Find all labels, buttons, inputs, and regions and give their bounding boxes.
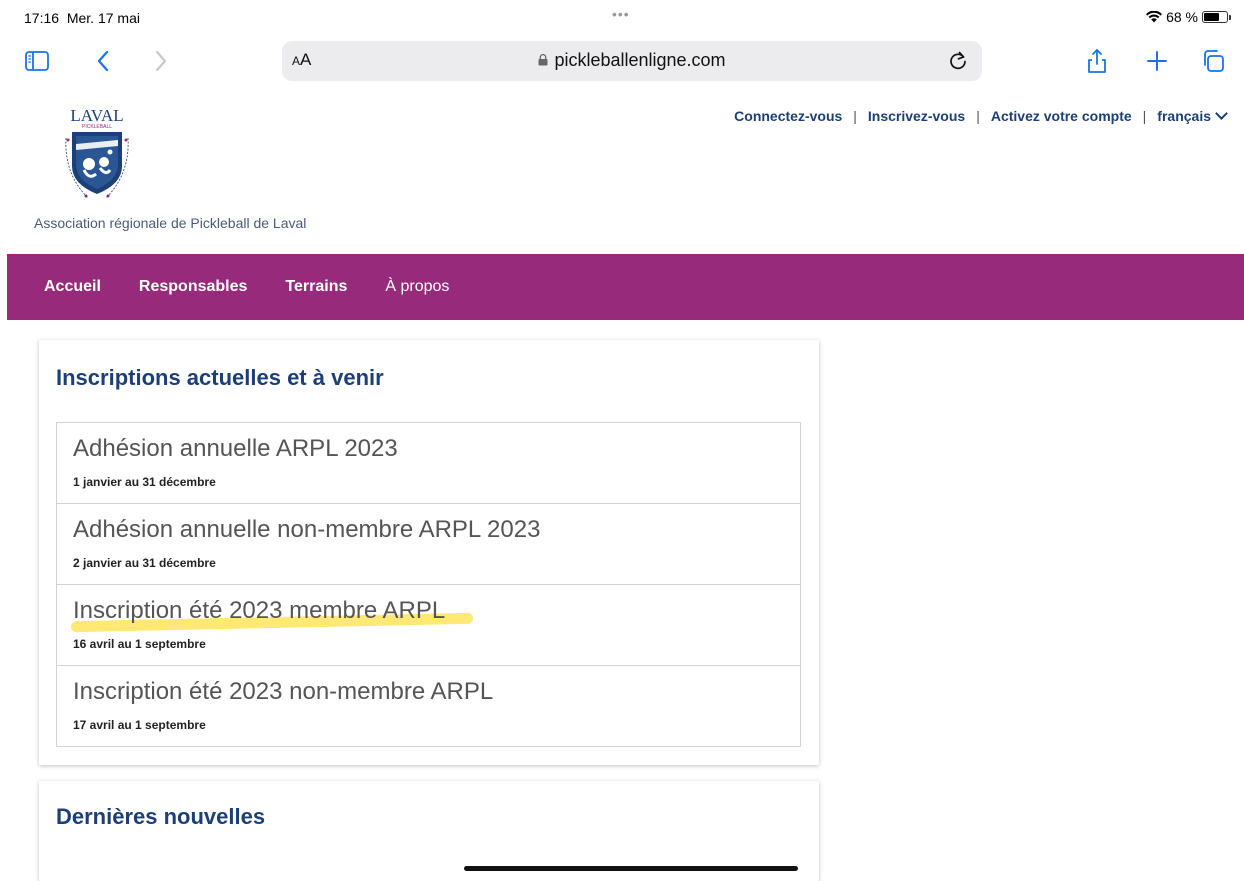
clock: 17:16: [24, 10, 60, 26]
activate-account-link[interactable]: Activez votre compte: [991, 108, 1132, 124]
login-link[interactable]: Connectez-vous: [734, 108, 842, 124]
nav-item-accueil[interactable]: Accueil: [44, 278, 101, 296]
list-item[interactable]: Adhésion annuelle ARPL 2023 1 janvier au…: [57, 423, 800, 504]
nav-item-a-propos[interactable]: À propos: [385, 278, 449, 296]
url-text: pickleballenligne.com: [554, 50, 726, 70]
status-bar: 17:16 Mer. 17 mai ••• 68 %: [0, 0, 1244, 34]
registrations-title: Inscriptions actuelles et à venir: [56, 365, 384, 390]
browser-toolbar: AA pickleballenligne.com: [0, 34, 1244, 90]
registration-title[interactable]: Inscription été 2023 non-membre ARPL: [73, 678, 493, 706]
register-link[interactable]: Inscrivez-vous: [868, 108, 965, 124]
status-time: 17:16 Mer. 17 mai: [24, 10, 140, 26]
nav-item-responsables[interactable]: Responsables: [139, 278, 247, 296]
sidebar-toggle-icon[interactable]: [22, 46, 52, 76]
logo-subtitle: PICKLEBALL: [82, 124, 112, 130]
logo-title: LAVAL: [70, 106, 123, 125]
language-label: français: [1157, 108, 1211, 124]
separator: |: [976, 108, 980, 124]
registration-dates: 1 janvier au 31 décembre: [73, 475, 216, 489]
list-item[interactable]: Inscription été 2023 membre ARPL 16 avri…: [57, 585, 800, 666]
wifi-icon: [1146, 11, 1163, 23]
association-logo[interactable]: LAVAL PICKLEBALL: [58, 104, 136, 204]
new-tab-icon[interactable]: [1142, 46, 1172, 76]
account-links: Connectez-vous | Inscrivez-vous | Active…: [734, 107, 1228, 124]
separator: |: [853, 108, 857, 124]
url-display[interactable]: pickleballenligne.com: [282, 50, 982, 71]
registration-title[interactable]: Adhésion annuelle ARPL 2023: [73, 435, 398, 463]
main-nav: Accueil Responsables Terrains À propos: [7, 254, 1244, 320]
nav-item-terrains[interactable]: Terrains: [285, 278, 347, 296]
chevron-down-icon: [1215, 107, 1228, 120]
multitask-dots[interactable]: •••: [612, 6, 630, 22]
registration-dates: 17 avril au 1 septembre: [73, 718, 206, 732]
registrations-list: Adhésion annuelle ARPL 2023 1 janvier au…: [56, 422, 801, 747]
share-icon[interactable]: [1082, 46, 1112, 76]
back-icon[interactable]: [88, 46, 118, 76]
registration-title[interactable]: Inscription été 2023 membre ARPL: [73, 597, 445, 625]
status-indicators: 68 %: [1146, 9, 1231, 25]
home-indicator[interactable]: [464, 866, 798, 871]
battery-icon: [1202, 11, 1231, 23]
address-bar[interactable]: AA pickleballenligne.com: [282, 41, 982, 81]
site-header: LAVAL PICKLEBALL Association régionale d…: [0, 90, 1244, 254]
registrations-card: Inscriptions actuelles et à venir Adhési…: [39, 340, 819, 765]
registration-dates: 2 janvier au 31 décembre: [73, 556, 216, 570]
list-item[interactable]: Inscription été 2023 non-membre ARPL 17 …: [57, 666, 800, 746]
news-title: Dernières nouvelles: [56, 804, 266, 829]
forward-icon[interactable]: [146, 46, 176, 76]
status-date: Mer. 17 mai: [66, 10, 140, 26]
registration-dates: 16 avril au 1 septembre: [73, 637, 206, 651]
lock-icon: [538, 54, 548, 66]
association-name: Association régionale de Pickleball de L…: [34, 215, 307, 231]
language-selector[interactable]: français: [1157, 107, 1228, 124]
separator: |: [1142, 108, 1147, 124]
list-item[interactable]: Adhésion annuelle non-membre ARPL 2023 2…: [57, 504, 800, 585]
tabs-overview-icon[interactable]: [1198, 46, 1228, 76]
battery-percent: 68 %: [1166, 9, 1198, 25]
registration-title[interactable]: Adhésion annuelle non-membre ARPL 2023: [73, 516, 540, 544]
reload-icon[interactable]: [946, 49, 970, 73]
